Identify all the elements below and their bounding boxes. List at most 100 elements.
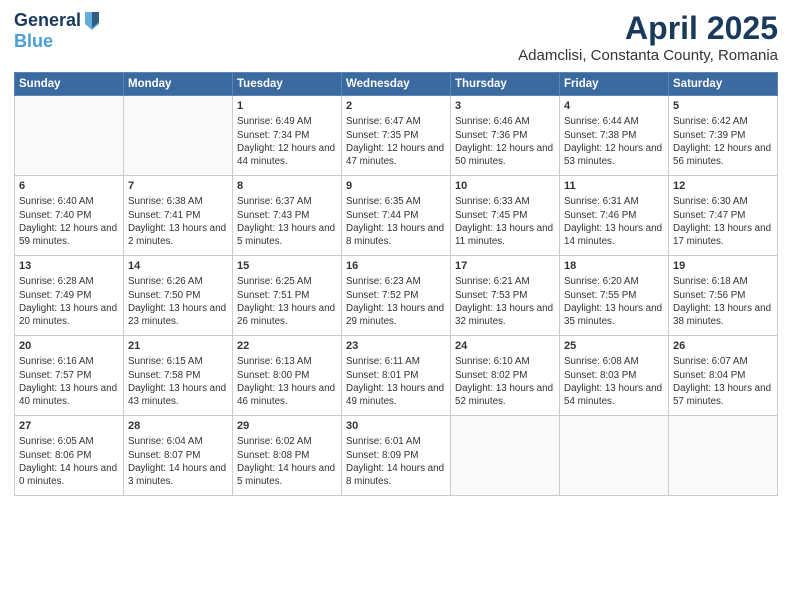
daylight-text: Daylight: 12 hours and 44 minutes. [237, 142, 337, 168]
day-info: Sunrise: 6:15 AMSunset: 7:58 PMDaylight:… [128, 355, 228, 408]
sunrise-text: Sunrise: 6:16 AM [19, 355, 119, 368]
sunrise-text: Sunrise: 6:10 AM [455, 355, 555, 368]
daylight-text: Daylight: 13 hours and 35 minutes. [564, 302, 664, 328]
day-info: Sunrise: 6:42 AMSunset: 7:39 PMDaylight:… [673, 115, 773, 168]
weekday-wednesday: Wednesday [342, 73, 451, 96]
day-info: Sunrise: 6:46 AMSunset: 7:36 PMDaylight:… [455, 115, 555, 168]
sunrise-text: Sunrise: 6:21 AM [455, 275, 555, 288]
daylight-text: Daylight: 12 hours and 50 minutes. [455, 142, 555, 168]
sunrise-text: Sunrise: 6:33 AM [455, 195, 555, 208]
sunrise-text: Sunrise: 6:44 AM [564, 115, 664, 128]
weekday-monday: Monday [124, 73, 233, 96]
weekday-header-row: SundayMondayTuesdayWednesdayThursdayFrid… [15, 73, 778, 96]
day-info: Sunrise: 6:44 AMSunset: 7:38 PMDaylight:… [564, 115, 664, 168]
logo: General Blue [14, 10, 101, 52]
sunrise-text: Sunrise: 6:18 AM [673, 275, 773, 288]
sunset-text: Sunset: 7:46 PM [564, 209, 664, 222]
day-number: 5 [673, 99, 773, 114]
sunrise-text: Sunrise: 6:25 AM [237, 275, 337, 288]
calendar-cell: 10Sunrise: 6:33 AMSunset: 7:45 PMDayligh… [451, 176, 560, 256]
sunset-text: Sunset: 7:56 PM [673, 289, 773, 302]
calendar-cell: 21Sunrise: 6:15 AMSunset: 7:58 PMDayligh… [124, 336, 233, 416]
week-row-4: 27Sunrise: 6:05 AMSunset: 8:06 PMDayligh… [15, 416, 778, 496]
day-number: 25 [564, 339, 664, 354]
day-info: Sunrise: 6:04 AMSunset: 8:07 PMDaylight:… [128, 435, 228, 488]
sunrise-text: Sunrise: 6:49 AM [237, 115, 337, 128]
daylight-text: Daylight: 13 hours and 8 minutes. [346, 222, 446, 248]
calendar-cell: 20Sunrise: 6:16 AMSunset: 7:57 PMDayligh… [15, 336, 124, 416]
day-info: Sunrise: 6:37 AMSunset: 7:43 PMDaylight:… [237, 195, 337, 248]
day-number: 1 [237, 99, 337, 114]
sunrise-text: Sunrise: 6:30 AM [673, 195, 773, 208]
day-number: 21 [128, 339, 228, 354]
sunrise-text: Sunrise: 6:11 AM [346, 355, 446, 368]
calendar-cell: 29Sunrise: 6:02 AMSunset: 8:08 PMDayligh… [233, 416, 342, 496]
calendar-cell: 7Sunrise: 6:38 AMSunset: 7:41 PMDaylight… [124, 176, 233, 256]
weekday-thursday: Thursday [451, 73, 560, 96]
day-info: Sunrise: 6:38 AMSunset: 7:41 PMDaylight:… [128, 195, 228, 248]
daylight-text: Daylight: 12 hours and 59 minutes. [19, 222, 119, 248]
day-info: Sunrise: 6:11 AMSunset: 8:01 PMDaylight:… [346, 355, 446, 408]
daylight-text: Daylight: 14 hours and 3 minutes. [128, 462, 228, 488]
calendar-cell: 25Sunrise: 6:08 AMSunset: 8:03 PMDayligh… [560, 336, 669, 416]
day-info: Sunrise: 6:31 AMSunset: 7:46 PMDaylight:… [564, 195, 664, 248]
sunrise-text: Sunrise: 6:01 AM [346, 435, 446, 448]
calendar-cell: 28Sunrise: 6:04 AMSunset: 8:07 PMDayligh… [124, 416, 233, 496]
daylight-text: Daylight: 13 hours and 57 minutes. [673, 382, 773, 408]
calendar-cell: 19Sunrise: 6:18 AMSunset: 7:56 PMDayligh… [669, 256, 778, 336]
sunrise-text: Sunrise: 6:15 AM [128, 355, 228, 368]
calendar-cell: 12Sunrise: 6:30 AMSunset: 7:47 PMDayligh… [669, 176, 778, 256]
day-number: 17 [455, 259, 555, 274]
day-number: 24 [455, 339, 555, 354]
day-number: 20 [19, 339, 119, 354]
calendar-cell: 17Sunrise: 6:21 AMSunset: 7:53 PMDayligh… [451, 256, 560, 336]
day-number: 9 [346, 179, 446, 194]
day-number: 2 [346, 99, 446, 114]
daylight-text: Daylight: 13 hours and 11 minutes. [455, 222, 555, 248]
daylight-text: Daylight: 14 hours and 5 minutes. [237, 462, 337, 488]
day-info: Sunrise: 6:16 AMSunset: 7:57 PMDaylight:… [19, 355, 119, 408]
day-number: 15 [237, 259, 337, 274]
month-title: April 2025 [518, 10, 778, 47]
calendar-cell [124, 96, 233, 176]
day-info: Sunrise: 6:25 AMSunset: 7:51 PMDaylight:… [237, 275, 337, 328]
title-block: April 2025 Adamclisi, Constanta County, … [518, 10, 778, 64]
sunset-text: Sunset: 7:57 PM [19, 369, 119, 382]
daylight-text: Daylight: 13 hours and 46 minutes. [237, 382, 337, 408]
calendar-cell [451, 416, 560, 496]
week-row-3: 20Sunrise: 6:16 AMSunset: 7:57 PMDayligh… [15, 336, 778, 416]
location-title: Adamclisi, Constanta County, Romania [518, 47, 778, 64]
header: General Blue April 2025 Adamclisi, Const… [14, 10, 778, 64]
sunset-text: Sunset: 7:35 PM [346, 129, 446, 142]
sunset-text: Sunset: 7:39 PM [673, 129, 773, 142]
sunset-text: Sunset: 7:58 PM [128, 369, 228, 382]
day-number: 30 [346, 419, 446, 434]
sunset-text: Sunset: 7:41 PM [128, 209, 228, 222]
day-info: Sunrise: 6:40 AMSunset: 7:40 PMDaylight:… [19, 195, 119, 248]
day-number: 22 [237, 339, 337, 354]
sunset-text: Sunset: 7:36 PM [455, 129, 555, 142]
daylight-text: Daylight: 13 hours and 43 minutes. [128, 382, 228, 408]
sunset-text: Sunset: 8:09 PM [346, 449, 446, 462]
calendar-cell: 1Sunrise: 6:49 AMSunset: 7:34 PMDaylight… [233, 96, 342, 176]
daylight-text: Daylight: 13 hours and 32 minutes. [455, 302, 555, 328]
daylight-text: Daylight: 13 hours and 5 minutes. [237, 222, 337, 248]
day-number: 6 [19, 179, 119, 194]
sunset-text: Sunset: 8:00 PM [237, 369, 337, 382]
sunset-text: Sunset: 7:52 PM [346, 289, 446, 302]
daylight-text: Daylight: 13 hours and 20 minutes. [19, 302, 119, 328]
calendar-cell: 27Sunrise: 6:05 AMSunset: 8:06 PMDayligh… [15, 416, 124, 496]
day-info: Sunrise: 6:49 AMSunset: 7:34 PMDaylight:… [237, 115, 337, 168]
sunset-text: Sunset: 7:47 PM [673, 209, 773, 222]
day-info: Sunrise: 6:13 AMSunset: 8:00 PMDaylight:… [237, 355, 337, 408]
calendar-cell: 15Sunrise: 6:25 AMSunset: 7:51 PMDayligh… [233, 256, 342, 336]
logo-icon [83, 10, 101, 32]
day-number: 14 [128, 259, 228, 274]
weekday-saturday: Saturday [669, 73, 778, 96]
daylight-text: Daylight: 12 hours and 56 minutes. [673, 142, 773, 168]
daylight-text: Daylight: 13 hours and 38 minutes. [673, 302, 773, 328]
daylight-text: Daylight: 13 hours and 29 minutes. [346, 302, 446, 328]
calendar-cell: 4Sunrise: 6:44 AMSunset: 7:38 PMDaylight… [560, 96, 669, 176]
calendar-cell [669, 416, 778, 496]
day-number: 4 [564, 99, 664, 114]
